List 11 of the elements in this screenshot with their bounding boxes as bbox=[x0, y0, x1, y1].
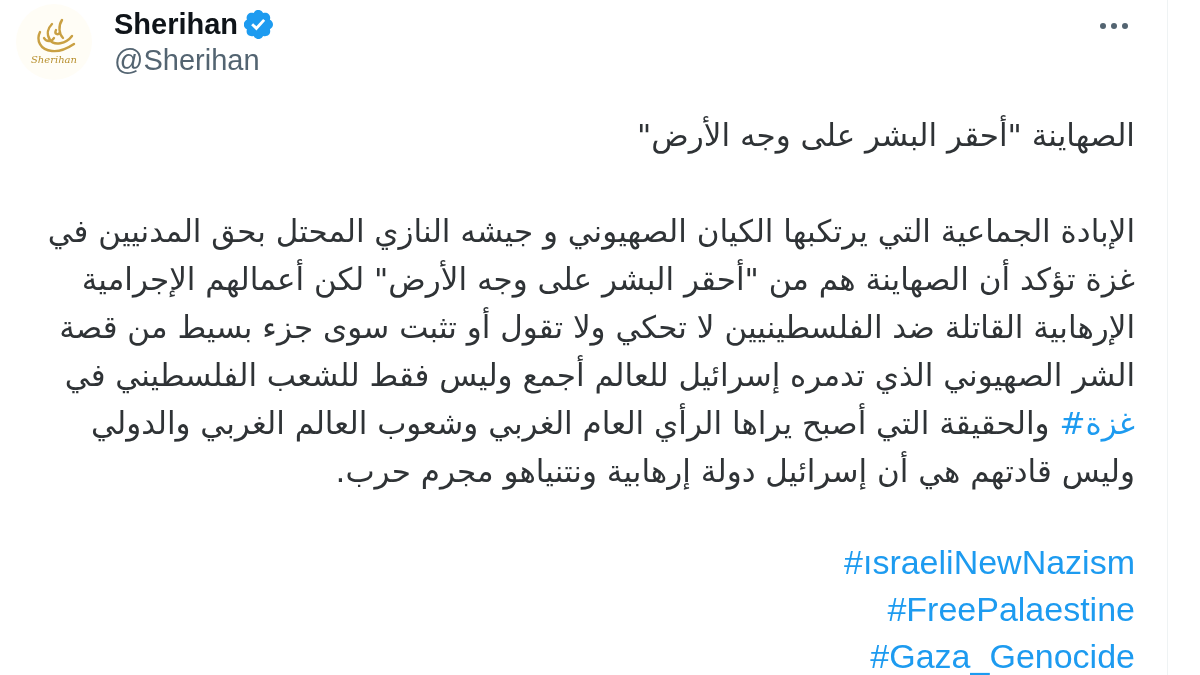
hashtag-link[interactable]: #Gaza_Genocide bbox=[870, 638, 1135, 674]
tweet-title: الصهاينة "أحقر البشر على وجه الأرض" bbox=[637, 114, 1135, 156]
hashtag-link[interactable]: #FreePalaestine bbox=[887, 591, 1135, 627]
logo-text: Sherihan bbox=[31, 54, 77, 66]
author-handle[interactable]: @Sherihan bbox=[114, 42, 260, 78]
more-icon[interactable] bbox=[1100, 23, 1128, 29]
author-name[interactable]: Sherihan bbox=[114, 6, 239, 42]
tweet-text: الإبادة الجماعية التي يرتكبها الكيان الصهيوني و جيشه النازي المحتل بحق المدنيين في غزة تؤكد أن الصهاينة هم من "أحقر البشر على وجه الأرض" لكن أعمالهم الإجرامية الإرهابية القاتلة ضد الفلسطينيين لا تحكي ولا تقول أو تثبت سوى جزء بسيط من قصة الشر الصهيوني الذي تدمره إسرائيل للعالم أجمع وليس فقط للشعب الفلسطيني في #غزة والحقيقة التي أصبح يراها الرأي العام الغربي وشعوب العالم الغربي والدولي وليس قادتهم هي أن إسرائيل دولة إرهابية ونتنياهو مجرم حرب. bbox=[46, 212, 1135, 492]
logo-avatar[interactable]: Sherihan bbox=[16, 4, 92, 80]
hashtag-link[interactable]: #غزة bbox=[1059, 405, 1135, 441]
hashtag-link[interactable]: #ısraeliNewNazism bbox=[844, 544, 1135, 580]
